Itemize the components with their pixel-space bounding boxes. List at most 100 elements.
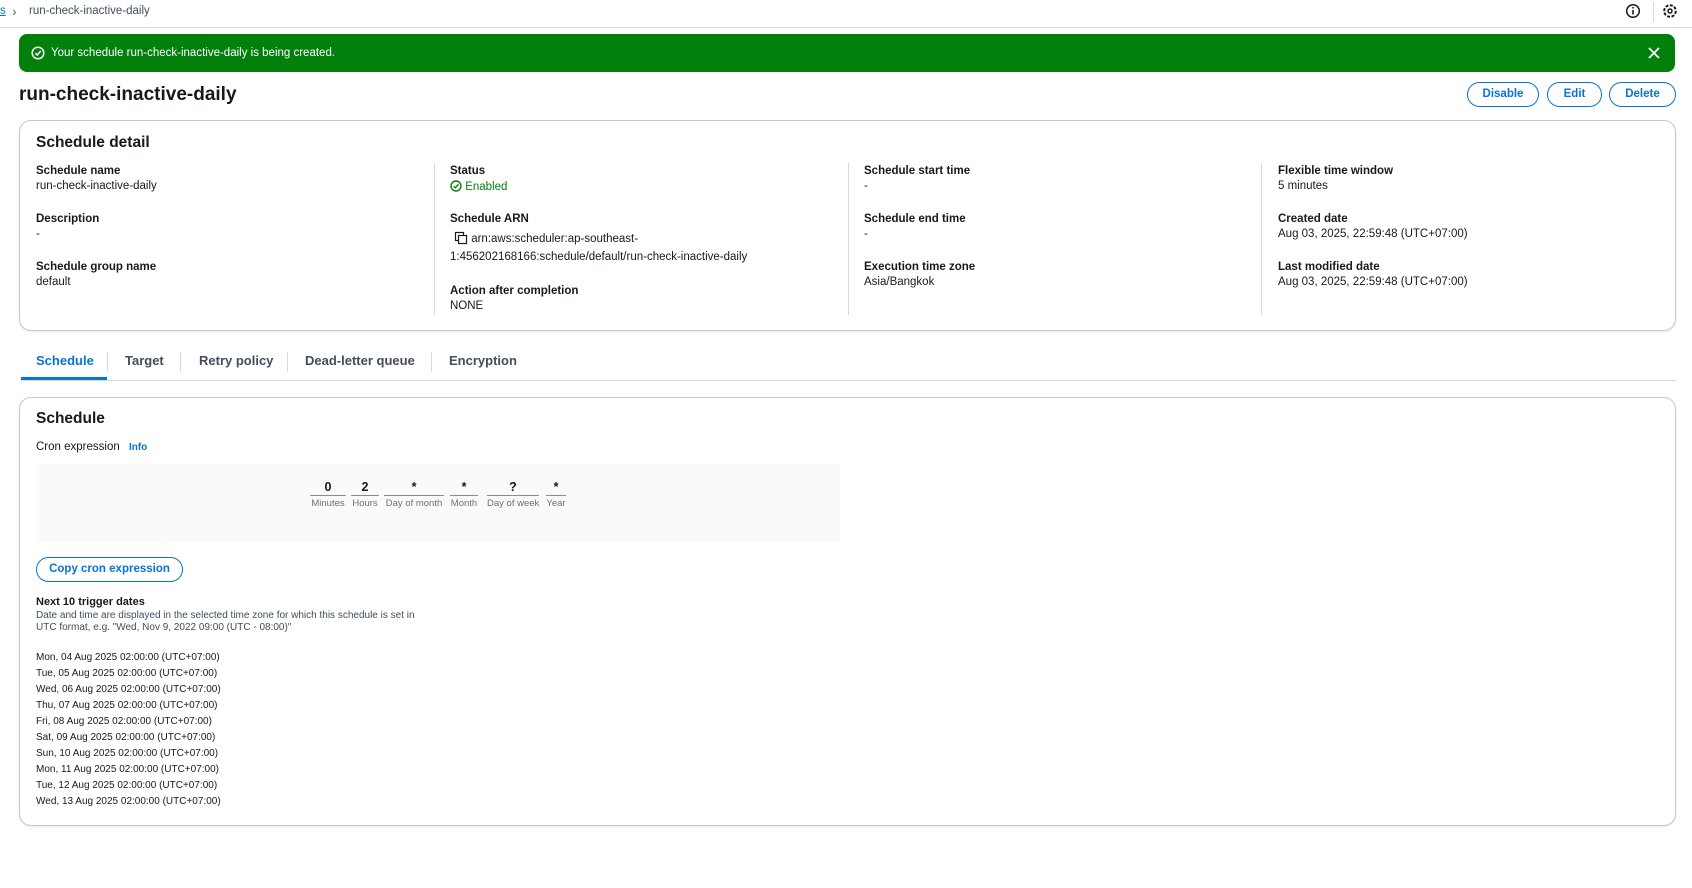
created-date-value: Aug 03, 2025, 22:59:48 (UTC+07:00) <box>1278 228 1468 240</box>
action-label: Action after completion <box>450 285 579 297</box>
schedule-name-label: Schedule name <box>36 165 121 177</box>
cron-expression-display: 0 Minutes 2 Hours * Day of month * Month… <box>36 464 840 543</box>
timezone-value: Asia/Bangkok <box>864 276 935 288</box>
group-value: default <box>36 276 71 288</box>
cron-day-of-week-label: Day of week <box>487 498 540 509</box>
flex-window-label: Flexible time window <box>1278 165 1394 177</box>
cron-year-value: * <box>546 480 566 496</box>
next-trigger-desc-1: Date and time are displayed in the selec… <box>36 610 415 621</box>
copy-cron-expression-button[interactable]: Copy cron expression <box>36 557 183 582</box>
cron-month: * Month <box>450 480 478 509</box>
cron-day-of-week-value: ? <box>487 480 539 496</box>
cron-hours-label: Hours <box>352 498 378 509</box>
tab-target[interactable]: Target <box>125 348 164 380</box>
cron-hours-value: 2 <box>351 480 379 496</box>
modified-date-label: Last modified date <box>1278 261 1380 273</box>
cron-year-label: Year <box>546 498 566 509</box>
timezone-label: Execution time zone <box>864 261 976 273</box>
description-field: Description - <box>36 213 99 240</box>
trigger-date: Tue, 05 Aug 2025 02:00:00 (UTC+07:00) <box>36 668 218 679</box>
breadcrumb-parent-link[interactable]: s <box>0 5 6 17</box>
top-divider <box>1653 2 1654 22</box>
cron-day-of-month: * Day of month <box>384 480 444 509</box>
tab-separator <box>107 352 108 372</box>
cron-day-of-month-label: Day of month <box>385 498 443 509</box>
cron-expression-label: Cron expression <box>36 441 120 453</box>
schedule-name-value: run-check-inactive-daily <box>36 180 157 192</box>
cron-minutes: 0 Minutes <box>310 480 346 509</box>
trigger-date: Fri, 08 Aug 2025 02:00:00 (UTC+07:00) <box>36 716 212 727</box>
created-date-label: Created date <box>1278 213 1348 225</box>
end-time-field: Schedule end time - <box>864 213 966 240</box>
status-label: Status <box>450 165 486 177</box>
disable-button[interactable]: Disable <box>1467 82 1539 107</box>
end-time-value: - <box>864 228 868 240</box>
start-time-label: Schedule start time <box>864 165 971 177</box>
arn-text-1: arn:aws:scheduler:ap-southeast- <box>471 233 639 245</box>
flex-window-value: 5 minutes <box>1278 180 1328 192</box>
trigger-date: Wed, 06 Aug 2025 02:00:00 (UTC+07:00) <box>36 684 221 695</box>
created-date-field: Created date Aug 03, 2025, 22:59:48 (UTC… <box>1278 213 1468 240</box>
tab-encryption[interactable]: Encryption <box>449 348 517 380</box>
cron-month-label: Month <box>450 498 478 509</box>
next-trigger-desc-2: UTC format, e.g. "Wed, Nov 9, 2022 09:00… <box>36 622 292 633</box>
arn-text-2: 1:456202168166:schedule/default/run-chec… <box>450 251 748 263</box>
cron-month-value: * <box>450 480 478 496</box>
trigger-date: Thu, 07 Aug 2025 02:00:00 (UTC+07:00) <box>36 700 218 711</box>
cron-day-of-week: ? Day of week <box>487 480 539 509</box>
modified-date-value: Aug 03, 2025, 22:59:48 (UTC+07:00) <box>1278 276 1468 288</box>
column-divider <box>434 163 435 315</box>
modified-date-field: Last modified date Aug 03, 2025, 22:59:4… <box>1278 261 1468 288</box>
breadcrumb-current: run-check-inactive-daily <box>29 5 150 17</box>
tab-separator <box>287 352 288 372</box>
close-icon[interactable] <box>1645 44 1663 62</box>
delete-button[interactable]: Delete <box>1609 82 1676 107</box>
top-bar: s › run-check-inactive-daily <box>0 0 1692 28</box>
arn-field: Schedule ARN arn:aws:scheduler:ap-southe… <box>450 213 747 263</box>
cron-expression-header: Cron expression Info <box>36 441 147 453</box>
status-value: Enabled <box>450 180 507 193</box>
trigger-date: Sat, 09 Aug 2025 02:00:00 (UTC+07:00) <box>36 732 216 743</box>
tab-retry-policy[interactable]: Retry policy <box>199 348 273 380</box>
group-label: Schedule group name <box>36 261 157 273</box>
success-flash-banner: Your schedule run-check-inactive-daily i… <box>19 34 1675 72</box>
trigger-date: Tue, 12 Aug 2025 02:00:00 (UTC+07:00) <box>36 780 218 791</box>
detail-tabs: Schedule Target Retry policy Dead-letter… <box>21 348 1676 381</box>
flash-message: Your schedule run-check-inactive-daily i… <box>51 47 336 59</box>
end-time-label: Schedule end time <box>864 213 966 225</box>
tab-dead-letter-queue[interactable]: Dead-letter queue <box>305 348 415 380</box>
description-label: Description <box>36 213 100 225</box>
next-trigger-dates-title: Next 10 trigger dates <box>36 596 145 608</box>
page-title: run-check-inactive-daily <box>19 84 237 105</box>
check-circle-icon <box>450 180 462 192</box>
settings-icon[interactable] <box>1662 3 1678 19</box>
tab-separator <box>431 352 432 372</box>
copy-icon[interactable] <box>454 231 468 245</box>
flex-window-field: Flexible time window 5 minutes <box>1278 165 1393 192</box>
column-divider <box>1261 163 1262 315</box>
cron-hours: 2 Hours <box>351 480 379 509</box>
chevron-right-icon: › <box>12 3 17 19</box>
edit-button[interactable]: Edit <box>1547 82 1602 107</box>
arn-label: Schedule ARN <box>450 213 529 225</box>
check-circle-icon <box>31 46 45 60</box>
schedule-name-field: Schedule name run-check-inactive-daily <box>36 165 157 192</box>
status-text: Enabled <box>465 181 508 193</box>
arn-line-1: arn:aws:scheduler:ap-southeast- <box>450 231 747 245</box>
description-value: - <box>36 228 40 240</box>
trigger-date: Mon, 11 Aug 2025 02:00:00 (UTC+07:00) <box>36 764 219 775</box>
trigger-date: Wed, 13 Aug 2025 02:00:00 (UTC+07:00) <box>36 796 221 807</box>
cron-year: * Year <box>546 480 566 509</box>
cron-day-of-month-value: * <box>384 480 444 496</box>
status-field: Status Enabled <box>450 165 507 193</box>
trigger-date: Sun, 10 Aug 2025 02:00:00 (UTC+07:00) <box>36 748 219 759</box>
tab-schedule[interactable]: Schedule <box>21 348 107 380</box>
info-link[interactable]: Info <box>129 442 147 453</box>
cron-minutes-value: 0 <box>310 480 346 496</box>
schedule-detail-title: Schedule detail <box>36 134 150 151</box>
start-time-field: Schedule start time - <box>864 165 970 192</box>
tab-separator <box>180 352 181 372</box>
schedule-panel-title: Schedule <box>36 410 105 427</box>
group-field: Schedule group name default <box>36 261 156 288</box>
info-circle-icon[interactable] <box>1625 3 1641 19</box>
